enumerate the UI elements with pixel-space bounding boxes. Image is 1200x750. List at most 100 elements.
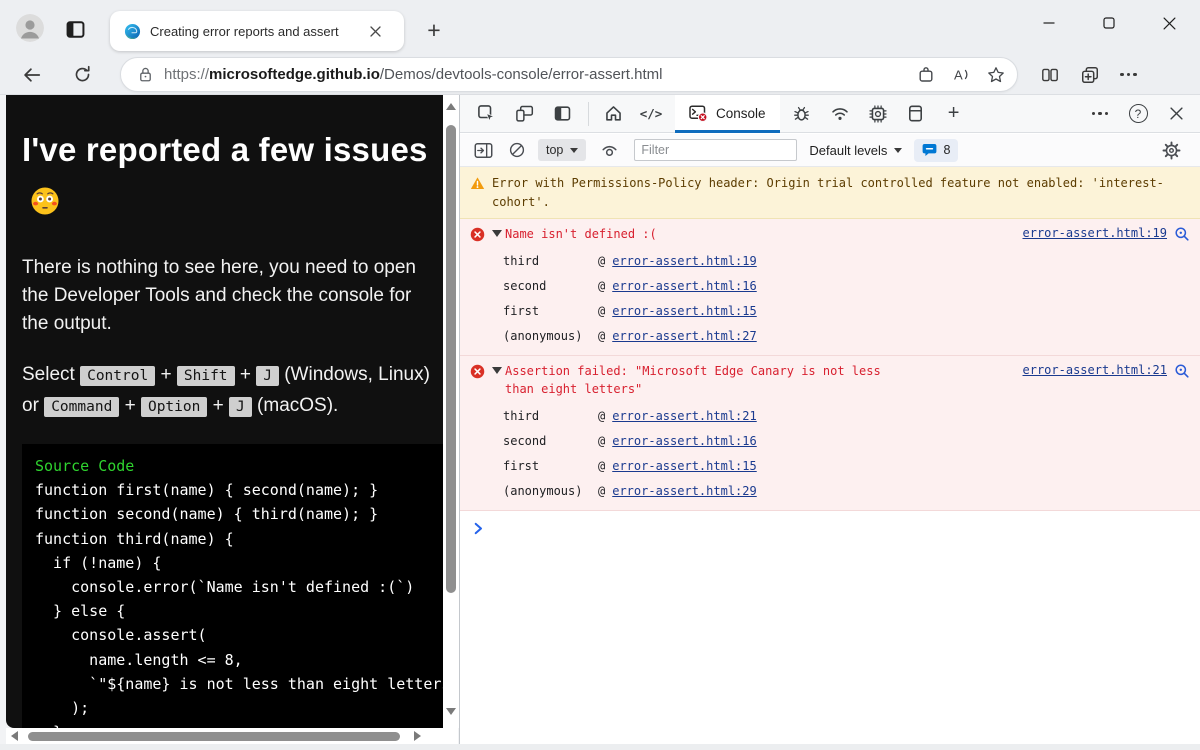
console-filter-input[interactable] bbox=[634, 139, 797, 161]
devtools-tabbar: </> Console bbox=[460, 95, 1200, 133]
back-button[interactable] bbox=[16, 59, 48, 91]
live-expression-button[interactable] bbox=[596, 137, 622, 163]
tab-welcome[interactable] bbox=[599, 100, 627, 128]
read-aloud-icon[interactable]: A bbox=[951, 66, 971, 84]
scroll-right-arrow[interactable] bbox=[414, 731, 421, 741]
code-line: ); bbox=[35, 696, 443, 720]
stack-trace: third @ error-assert.html:19 second @ er… bbox=[503, 248, 1190, 348]
stack-source-link[interactable]: error-assert.html:27 bbox=[612, 329, 757, 343]
message-count: 8 bbox=[943, 143, 950, 157]
close-window-button[interactable] bbox=[1152, 8, 1186, 38]
stack-source-link[interactable]: error-assert.html:16 bbox=[612, 279, 757, 293]
devtools-close-button[interactable] bbox=[1162, 100, 1190, 128]
scroll-up-arrow[interactable] bbox=[446, 103, 456, 110]
at-symbol: @ bbox=[598, 254, 605, 268]
flushed-face-emoji bbox=[30, 180, 60, 230]
error-source-link[interactable]: error-assert.html:21 bbox=[1023, 363, 1168, 377]
tab-console-selected[interactable]: Console bbox=[675, 95, 780, 133]
devtools-help-button[interactable]: ? bbox=[1124, 100, 1152, 128]
url-scheme: https:// bbox=[164, 66, 209, 83]
console-input[interactable] bbox=[460, 511, 1200, 538]
stack-source-link[interactable]: error-assert.html:21 bbox=[612, 409, 757, 423]
stack-function: third bbox=[503, 409, 598, 423]
clear-console-button[interactable] bbox=[504, 137, 530, 163]
stack-function: (anonymous) bbox=[503, 484, 598, 498]
lock-icon[interactable] bbox=[137, 66, 154, 83]
expand-caret-icon[interactable] bbox=[492, 230, 502, 237]
stack-frame: (anonymous) @ error-assert.html:27 bbox=[503, 323, 1190, 348]
stack-function: (anonymous) bbox=[503, 329, 598, 343]
explain-error-magnifier-icon[interactable] bbox=[1174, 363, 1190, 379]
device-emulation-button[interactable] bbox=[510, 100, 538, 128]
console-settings-button[interactable] bbox=[1158, 137, 1184, 163]
address-bar[interactable]: https://microsoftedge.github.io/Demos/de… bbox=[120, 57, 1018, 92]
activity-bar-toggle-button[interactable] bbox=[548, 100, 576, 128]
scroll-down-arrow[interactable] bbox=[446, 708, 456, 715]
app-install-icon[interactable] bbox=[917, 66, 935, 84]
browser-tab[interactable]: Creating error reports and assert bbox=[110, 11, 404, 51]
horizontal-scroll-thumb[interactable] bbox=[28, 732, 400, 741]
page-vertical-scrollbar[interactable] bbox=[443, 95, 459, 728]
tab-elements[interactable]: </> bbox=[637, 100, 665, 128]
scroll-left-arrow[interactable] bbox=[11, 731, 18, 741]
devtools-more-menu-button[interactable] bbox=[1086, 100, 1114, 128]
stack-source-link[interactable]: error-assert.html:19 bbox=[612, 254, 757, 268]
stack-source-link[interactable]: error-assert.html:15 bbox=[612, 304, 757, 318]
code-line: function second(name) { third(name); } bbox=[35, 502, 443, 526]
webpage-content: I've reported a few issues There is noth… bbox=[6, 95, 443, 728]
profile-avatar[interactable] bbox=[16, 14, 44, 42]
collections-icon[interactable] bbox=[1080, 65, 1100, 85]
browser-titlebar: Creating error reports and assert + bbox=[0, 0, 1200, 55]
explain-error-magnifier-icon[interactable] bbox=[1174, 226, 1190, 242]
at-symbol: @ bbox=[598, 434, 605, 448]
inspect-element-button[interactable] bbox=[472, 100, 500, 128]
maximize-icon bbox=[1103, 17, 1115, 29]
error-message-text: Name isn't defined :( bbox=[505, 225, 657, 243]
kbd-shift: Shift bbox=[177, 366, 235, 386]
stack-frame: third @ error-assert.html:21 bbox=[503, 403, 1190, 428]
levels-label: Default levels bbox=[809, 143, 887, 158]
code-line: } else { bbox=[35, 599, 443, 623]
minimize-button[interactable] bbox=[1032, 8, 1066, 38]
split-screen-icon[interactable] bbox=[1040, 66, 1060, 84]
at-symbol: @ bbox=[598, 304, 605, 318]
code-line: console.assert( bbox=[35, 623, 443, 647]
error-circle-icon bbox=[470, 364, 485, 379]
code-line: `"${name} is not less than eight letters… bbox=[35, 672, 443, 696]
error-circle-icon bbox=[470, 227, 485, 242]
log-levels-dropdown[interactable]: Default levels bbox=[809, 143, 902, 158]
gear-icon bbox=[1162, 141, 1181, 160]
tab-actions-menu-button[interactable] bbox=[64, 18, 86, 40]
expand-caret-icon[interactable] bbox=[492, 367, 502, 374]
vertical-tabs-icon bbox=[65, 19, 86, 40]
stack-source-link[interactable]: error-assert.html:16 bbox=[612, 434, 757, 448]
tab-network[interactable] bbox=[826, 100, 854, 128]
stack-source-link[interactable]: error-assert.html:29 bbox=[612, 484, 757, 498]
new-tab-button[interactable]: + bbox=[420, 16, 448, 44]
message-count-badge[interactable]: 8 bbox=[914, 139, 958, 162]
console-sidebar-toggle-button[interactable] bbox=[470, 137, 496, 163]
code-line: function third(name) { bbox=[35, 527, 443, 551]
maximize-button[interactable] bbox=[1092, 8, 1126, 38]
at-symbol: @ bbox=[598, 459, 605, 473]
error-source-link[interactable]: error-assert.html:19 bbox=[1023, 226, 1168, 240]
browser-menu-button[interactable] bbox=[1120, 73, 1137, 77]
stack-source-link[interactable]: error-assert.html:15 bbox=[612, 459, 757, 473]
console-error-message: Assertion failed: "Microsoft Edge Canary… bbox=[460, 356, 1200, 511]
console-messages[interactable]: Error with Permissions-Policy header: Or… bbox=[460, 167, 1200, 750]
favorites-star-icon[interactable] bbox=[987, 66, 1005, 84]
error-header: Assertion failed: "Microsoft Edge Canary… bbox=[470, 362, 1190, 398]
tab-application[interactable] bbox=[902, 100, 930, 128]
chevron-down-icon bbox=[570, 148, 578, 153]
stack-frame: second @ error-assert.html:16 bbox=[503, 428, 1190, 453]
page-horizontal-scrollbar[interactable] bbox=[6, 728, 458, 744]
devtools-controls: ? bbox=[1086, 100, 1200, 128]
vertical-scroll-thumb[interactable] bbox=[446, 125, 456, 593]
tab-close-button[interactable] bbox=[365, 21, 385, 41]
more-tabs-button[interactable]: + bbox=[940, 100, 968, 128]
url-text: https://microsoftedge.github.io/Demos/de… bbox=[164, 66, 909, 83]
javascript-context-dropdown[interactable]: top bbox=[538, 139, 586, 161]
refresh-button[interactable] bbox=[66, 59, 98, 91]
tab-issues[interactable] bbox=[788, 100, 816, 128]
tab-performance[interactable] bbox=[864, 100, 892, 128]
